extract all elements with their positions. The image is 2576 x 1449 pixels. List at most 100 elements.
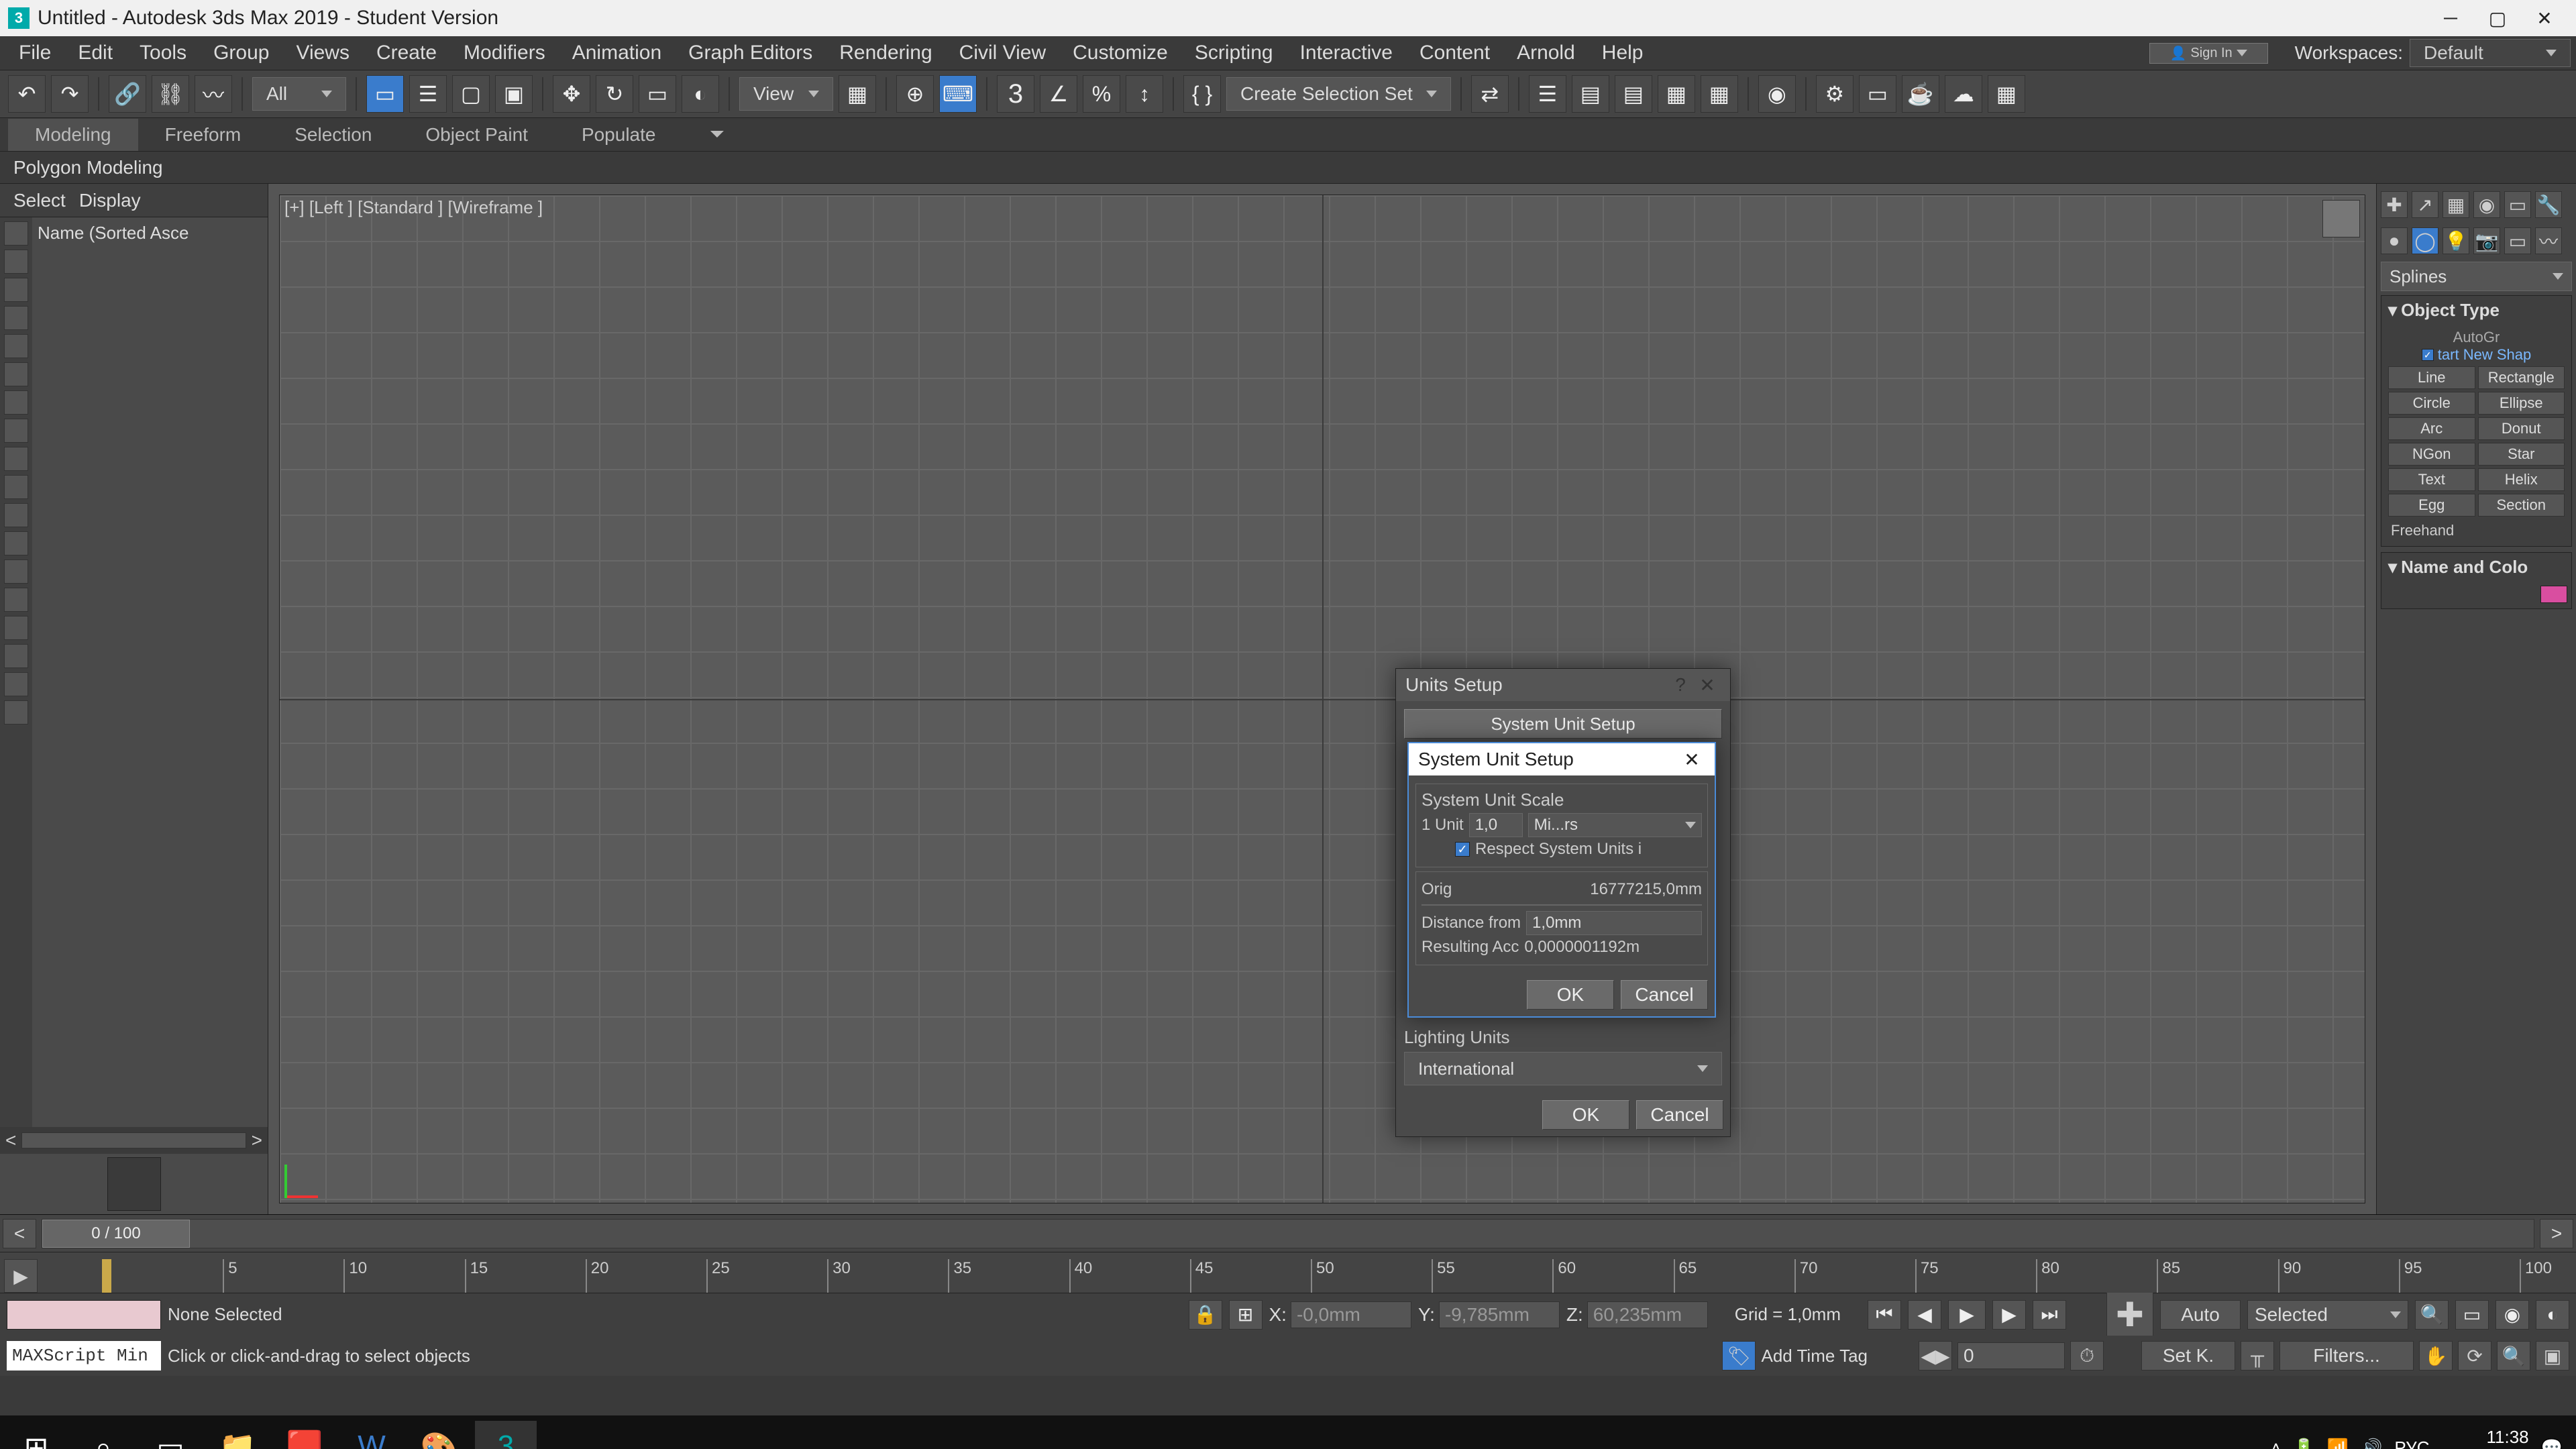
system-unit-ok-button[interactable]: OK (1527, 980, 1614, 1010)
unlink-button[interactable]: ⛓ (152, 75, 189, 113)
se-icon-13[interactable] (4, 559, 28, 584)
nav-orbit-button[interactable]: ⟳ (2458, 1341, 2491, 1371)
se-icon-15[interactable] (4, 616, 28, 640)
key-filters-dropdown[interactable]: Selected (2247, 1300, 2408, 1330)
time-config-button[interactable]: ⏱ (2070, 1341, 2104, 1371)
next-frame-button[interactable]: ▶ (1992, 1300, 2026, 1330)
menu-civil-view[interactable]: Civil View (946, 38, 1059, 68)
close-button[interactable]: ✕ (2521, 0, 2568, 36)
key-mode-button[interactable]: ✚ (2106, 1291, 2153, 1338)
cmd-cat-lights[interactable]: 💡 (2443, 227, 2469, 254)
toggle-ribbon-button[interactable]: ▤ (1615, 75, 1652, 113)
scene-explorer-select-menu[interactable]: Select (13, 190, 66, 211)
obj-circle[interactable]: Circle (2388, 392, 2475, 415)
system-unit-cancel-button[interactable]: Cancel (1621, 980, 1708, 1010)
lock-selection-button[interactable]: 🔒 (1189, 1300, 1222, 1330)
tray-language[interactable]: РУС (2394, 1438, 2429, 1449)
time-slider-handle[interactable]: 0 / 100 (42, 1220, 190, 1248)
obj-arc[interactable]: Arc (2388, 417, 2475, 440)
taskbar-3dsmax[interactable]: 3 (475, 1421, 537, 1449)
obj-star[interactable]: Star (2478, 443, 2565, 466)
menu-animation[interactable]: Animation (559, 38, 675, 68)
time-ruler-toggle[interactable]: ▶ (4, 1259, 38, 1293)
ribbon-tab-freeform[interactable]: Freeform (138, 119, 268, 151)
se-icon-14[interactable] (4, 588, 28, 612)
render-in-cloud-button[interactable]: ☁ (1945, 75, 1982, 113)
time-tag-button[interactable]: 🏷 (1722, 1341, 1756, 1371)
spinner-snap-button[interactable]: ↕ (1126, 75, 1163, 113)
scroll-left-button[interactable]: < (5, 1130, 16, 1151)
system-unit-setup-button[interactable]: System Unit Setup (1404, 709, 1722, 739)
start-button[interactable]: ⊞ (5, 1421, 67, 1449)
menu-help[interactable]: Help (1589, 38, 1657, 68)
play-button[interactable]: ▶ (1948, 1300, 1986, 1330)
key-filters-button[interactable]: ╥ (2241, 1341, 2274, 1371)
goto-start-button[interactable]: ⏮ (1868, 1300, 1901, 1330)
nav-icon-4[interactable]: ◐ (2536, 1300, 2569, 1330)
menu-tools[interactable]: Tools (126, 38, 200, 68)
absolute-transform-button[interactable]: ⊞ (1229, 1300, 1263, 1330)
named-selection-dropdown[interactable]: Create Selection Set (1226, 77, 1451, 111)
menu-graph-editors[interactable]: Graph Editors (675, 38, 826, 68)
obj-line[interactable]: Line (2388, 366, 2475, 389)
obj-rectangle[interactable]: Rectangle (2478, 366, 2565, 389)
se-icon-2[interactable] (4, 250, 28, 274)
nav-icon-1[interactable]: 🔍 (2415, 1300, 2449, 1330)
nav-zoom-button[interactable]: 🔍 (2497, 1341, 2530, 1371)
current-frame-input[interactable]: 0 (1957, 1342, 2065, 1369)
object-color-swatch[interactable] (2540, 586, 2567, 603)
one-unit-input[interactable]: 1,0 (1469, 813, 1523, 837)
menu-arnold[interactable]: Arnold (1503, 38, 1589, 68)
placement-button[interactable]: ◐ (682, 75, 719, 113)
menu-interactive[interactable]: Interactive (1287, 38, 1406, 68)
menu-create[interactable]: Create (363, 38, 450, 68)
cmd-tab-motion[interactable]: ◉ (2473, 191, 2500, 218)
undo-button[interactable]: ↶ (8, 75, 46, 113)
rotate-button[interactable]: ↻ (596, 75, 633, 113)
units-setup-help-button[interactable]: ? (1667, 672, 1694, 698)
menu-scripting[interactable]: Scripting (1181, 38, 1287, 68)
maximize-button[interactable]: ▢ (2474, 0, 2521, 36)
se-icon-7[interactable] (4, 390, 28, 415)
manipulate-button[interactable]: ⊕ (896, 75, 934, 113)
obj-text[interactable]: Text (2388, 468, 2475, 491)
render-production-button[interactable]: ☕ (1902, 75, 1939, 113)
obj-ellipse[interactable]: Ellipse (2478, 392, 2565, 415)
se-icon-1[interactable] (4, 221, 28, 246)
ribbon-tab-selection[interactable]: Selection (268, 119, 398, 151)
nav-icon-2[interactable]: ▭ (2455, 1300, 2489, 1330)
se-icon-12[interactable] (4, 531, 28, 555)
se-icon-5[interactable] (4, 334, 28, 358)
edit-named-sets-button[interactable]: { } (1183, 75, 1221, 113)
menu-content[interactable]: Content (1406, 38, 1503, 68)
schematic-view-button[interactable]: ▦ (1701, 75, 1738, 113)
percent-snap-button[interactable]: % (1083, 75, 1120, 113)
minimize-button[interactable]: ─ (2427, 0, 2474, 36)
taskbar-paint[interactable]: 🎨 (408, 1421, 470, 1449)
tray-battery-icon[interactable]: 🔋 (2293, 1438, 2314, 1449)
sign-in-button[interactable]: 👤 Sign In (2149, 43, 2268, 64)
units-setup-ok-button[interactable]: OK (1542, 1100, 1629, 1130)
units-setup-cancel-button[interactable]: Cancel (1636, 1100, 1723, 1130)
cmd-tab-display[interactable]: ▭ (2504, 191, 2531, 218)
align-button[interactable]: ☰ (1529, 75, 1566, 113)
tray-wifi-icon[interactable]: 📶 (2327, 1438, 2349, 1449)
taskbar-browser[interactable]: 🟥 (274, 1421, 335, 1449)
window-crossing-button[interactable]: ▣ (495, 75, 533, 113)
keyboard-shortcut-button[interactable]: ⌨ (939, 75, 977, 113)
menu-group[interactable]: Group (200, 38, 282, 68)
ribbon-tab-toggle[interactable]: ⏷ (682, 118, 751, 151)
taskbar-explorer[interactable]: 📁 (207, 1421, 268, 1449)
snap-toggle-button[interactable]: 3 (997, 75, 1034, 113)
select-object-button[interactable]: ▭ (366, 75, 404, 113)
se-icon-18[interactable] (4, 700, 28, 724)
layer-explorer-button[interactable]: ▤ (1572, 75, 1609, 113)
system-unit-setup-close-button[interactable]: ✕ (1678, 746, 1705, 773)
viewcube[interactable] (2322, 200, 2360, 237)
cmd-cat-spacewarps[interactable]: 〰 (2535, 227, 2562, 254)
tray-chevron-icon[interactable]: ˄ (2271, 1438, 2281, 1449)
obj-freehand[interactable]: Freehand (2385, 519, 2567, 542)
angle-snap-button[interactable]: ∠ (1040, 75, 1077, 113)
menu-views[interactable]: Views (282, 38, 362, 68)
key-left-button[interactable]: ◀▶ (1919, 1341, 1952, 1371)
